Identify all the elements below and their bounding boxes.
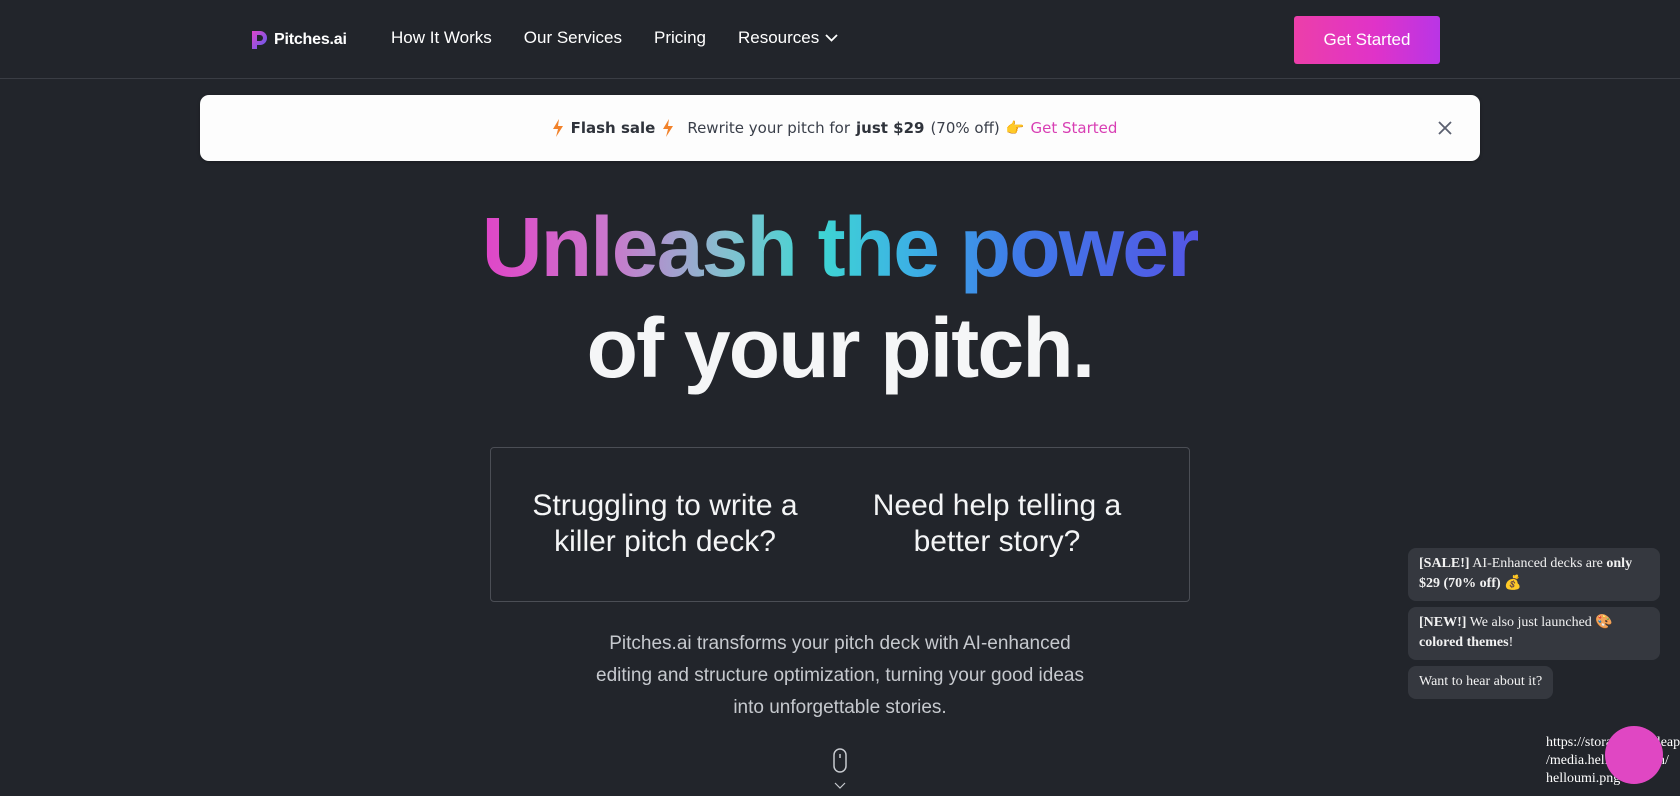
chevron-down-icon xyxy=(825,34,838,42)
lightning-icon xyxy=(661,118,675,138)
scroll-mouse-icon xyxy=(832,748,848,791)
hero-gradient-text: Unleash the power xyxy=(481,200,1200,294)
chat-tag-sale: [SALE!] xyxy=(1419,556,1470,571)
lightning-icon xyxy=(551,118,565,138)
chat-tag-new: [NEW!] xyxy=(1419,615,1467,630)
chat-message-sale[interactable]: [SALE!] AI-Enhanced decks are only $29 (… xyxy=(1408,548,1660,601)
nav-link-our-services[interactable]: Our Services xyxy=(524,28,622,48)
money-bag-icon: 💰 xyxy=(1504,576,1522,591)
hero-description: Pitches.ai transforms your pitch deck wi… xyxy=(596,633,1084,718)
logo-link[interactable]: Pitches.ai xyxy=(250,29,347,51)
banner-text: Rewrite your pitch for xyxy=(687,119,850,137)
chat-message-text: AI-Enhanced decks are xyxy=(1472,556,1603,571)
flash-sale-label: Flash sale xyxy=(570,119,656,137)
chat-message-end: ! xyxy=(1508,635,1514,650)
close-icon[interactable] xyxy=(1434,117,1456,139)
nav-link-pricing[interactable]: Pricing xyxy=(654,28,706,48)
banner-content: Flash sale Rewrite your pitch for just $… xyxy=(200,95,1480,161)
flash-sale-banner: Flash sale Rewrite your pitch for just $… xyxy=(200,95,1480,161)
pain-point-1: Struggling to write a killer pitch deck? xyxy=(532,489,798,558)
chat-message-question[interactable]: Want to hear about it? xyxy=(1408,666,1554,699)
chat-message-bold: colored themes xyxy=(1419,635,1509,650)
get-started-button[interactable]: Get Started xyxy=(1294,16,1440,64)
hero-title-line-1: Unleash the power xyxy=(0,205,1680,289)
pain-points-box: Struggling to write a killer pitch deck?… xyxy=(490,447,1190,602)
top-navbar: Pitches.ai How It Works Our Services Pri… xyxy=(0,0,1680,79)
chat-launcher-button[interactable] xyxy=(1605,726,1663,784)
chat-message-new[interactable]: [NEW!] We also just launched 🎨 colored t… xyxy=(1408,607,1660,660)
nav-link-how-it-works[interactable]: How It Works xyxy=(391,28,492,48)
logo-text: Pitches.ai xyxy=(274,31,347,48)
chat-message-text: We also just launched xyxy=(1469,615,1592,630)
palette-icon: 🎨 xyxy=(1595,615,1613,630)
banner-get-started-link[interactable]: Get Started xyxy=(1030,119,1117,137)
pointing-hand-icon: 👉 xyxy=(1005,119,1025,137)
banner-discount: (70% off) xyxy=(930,119,1000,137)
nav-link-resources-label: Resources xyxy=(737,28,820,47)
nav-dropdown-resources[interactable]: Resources xyxy=(738,28,838,48)
pitches-logo-icon xyxy=(250,30,268,50)
hero-title-line-2: of your pitch. xyxy=(586,301,1096,395)
nav-links: How It Works Our Services Pricing Resour… xyxy=(391,28,870,48)
pain-point-2: Need help telling a better story? xyxy=(872,489,1122,558)
chat-widget: [SALE!] AI-Enhanced decks are only $29 (… xyxy=(1408,548,1660,705)
banner-price: just $29 xyxy=(856,119,925,137)
